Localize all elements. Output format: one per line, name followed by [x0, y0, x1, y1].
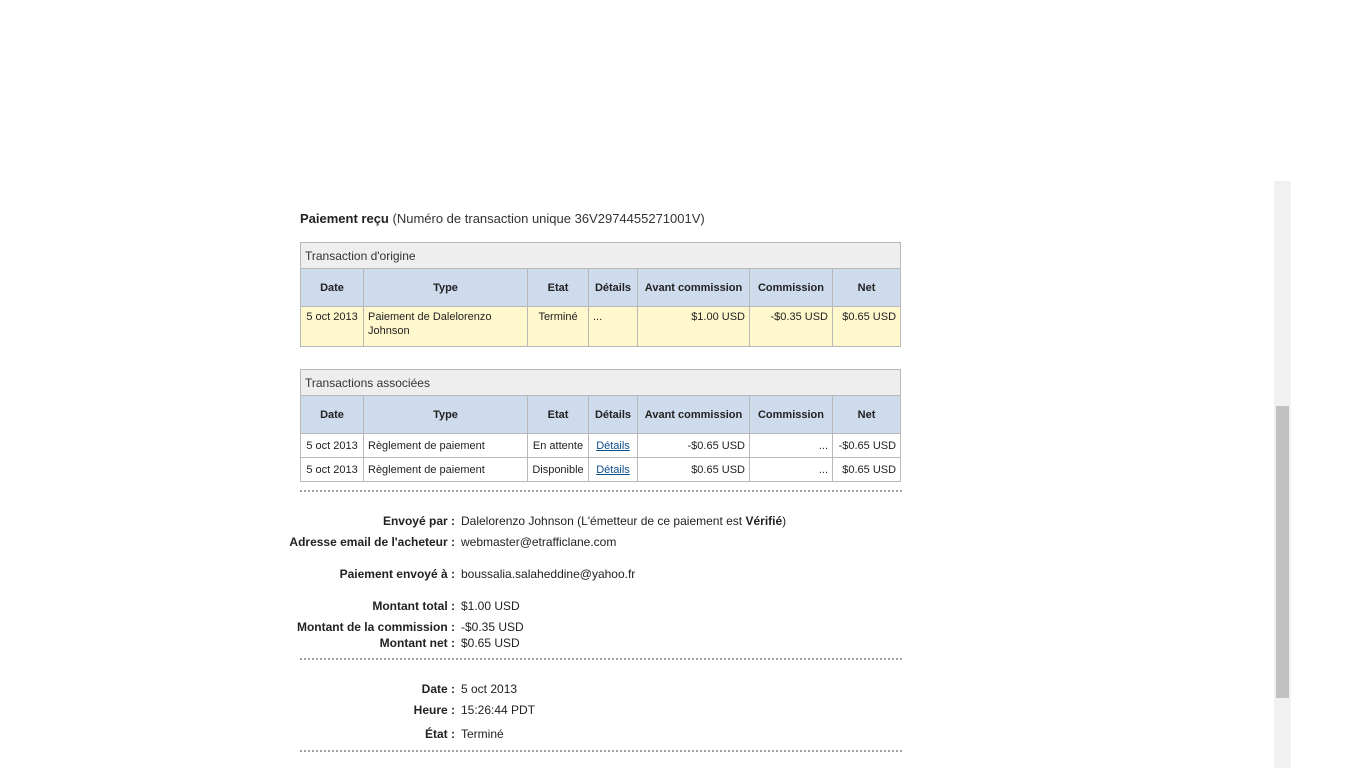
- column-header-details: Détails: [588, 268, 638, 307]
- cell-fee: ...: [749, 433, 833, 458]
- payment-details-section: Envoyé par : Dalelorenzo Johnson (L'émet…: [289, 492, 902, 658]
- sent-to-value: boussalia.salaheddine@yahoo.fr: [461, 567, 636, 581]
- column-header-type: Type: [363, 395, 528, 434]
- net-label: Montant net :: [379, 636, 455, 650]
- sent-by-value: Dalelorenzo Johnson (L'émetteur de ce pa…: [461, 513, 786, 529]
- column-header-date: Date: [300, 395, 364, 434]
- table-caption: Transaction d'origine: [299, 242, 902, 269]
- net-value: $0.65 USD: [461, 636, 520, 650]
- page-title-bold: Paiement reçu: [300, 211, 389, 226]
- table-caption: Transactions associées: [299, 369, 902, 396]
- cell-fee: ...: [749, 457, 833, 482]
- column-header-fee: Commission: [749, 268, 833, 307]
- sent-to-label: Paiement envoyé à :: [339, 567, 455, 581]
- verified-status: Vérifié: [745, 514, 783, 528]
- column-header-date: Date: [300, 268, 364, 307]
- buyer-email-value: webmaster@etrafficlane.com: [461, 535, 617, 549]
- details-link[interactable]: Détails: [596, 440, 630, 452]
- cell-date: 5 oct 2013: [300, 457, 364, 482]
- cell-date: 5 oct 2013: [300, 433, 364, 458]
- column-header-details: Détails: [588, 395, 638, 434]
- cell-state: Disponible: [527, 457, 589, 482]
- divider: [300, 750, 902, 752]
- column-header-type: Type: [363, 268, 528, 307]
- sender-name: Dalelorenzo Johnson: [461, 514, 574, 528]
- cell-state: En attente: [527, 433, 589, 458]
- cell-fee: -$0.35 USD: [749, 306, 833, 347]
- column-header-gross: Avant commission: [637, 268, 750, 307]
- cell-state: Terminé: [527, 306, 589, 347]
- cell-gross: $1.00 USD: [637, 306, 750, 347]
- related-transactions-table: Transactions associées Date Type Etat Dé…: [299, 369, 902, 482]
- cell-date: 5 oct 2013: [300, 306, 364, 347]
- total-value: $1.00 USD: [461, 599, 520, 613]
- column-header-gross: Avant commission: [637, 395, 750, 434]
- cell-type: Règlement de paiement: [363, 433, 528, 458]
- fee-value: -$0.35 USD: [461, 620, 524, 634]
- total-label: Montant total :: [372, 599, 455, 613]
- column-header-state: Etat: [527, 395, 589, 434]
- cell-type: Règlement de paiement: [363, 457, 528, 482]
- column-header-net: Net: [831, 395, 902, 434]
- table-row: 5 oct 2013 Règlement de paiement En atte…: [300, 433, 902, 458]
- time-label: Heure :: [413, 703, 455, 717]
- payment-detail-content: Paiement reçu (Numéro de transaction uni…: [289, 210, 902, 752]
- status-value: Terminé: [461, 727, 504, 741]
- date-value: 5 oct 2013: [461, 682, 518, 696]
- column-header-state: Etat: [527, 268, 589, 307]
- details-link[interactable]: Détails: [596, 464, 630, 476]
- sender-note: (L'émetteur de ce paiement est: [577, 514, 746, 528]
- cell-net: $0.65 USD: [831, 457, 902, 482]
- original-transaction-table: Transaction d'origine Date Type Etat Dét…: [299, 242, 902, 347]
- transaction-id: (Numéro de transaction unique 36V2974455…: [392, 211, 705, 226]
- cell-gross: $0.65 USD: [637, 457, 750, 482]
- cell-net: -$0.65 USD: [831, 433, 902, 458]
- vertical-scrollbar[interactable]: [1274, 181, 1291, 768]
- fee-label: Montant de la commission :: [296, 620, 455, 634]
- column-header-fee: Commission: [749, 395, 833, 434]
- date-status-section: Date : 5 oct 2013 Heure : 15:26:44 PDT É…: [300, 660, 902, 750]
- time-value: 15:26:44 PDT: [461, 703, 536, 717]
- cell-net: $0.65 USD: [831, 306, 902, 347]
- cell-gross: -$0.65 USD: [637, 433, 750, 458]
- buyer-email-label: Adresse email de l'acheteur :: [289, 535, 455, 549]
- cell-type: Paiement de Dalelorenzo Johnson: [363, 306, 528, 347]
- status-label: État :: [425, 727, 455, 741]
- table-row: 5 oct 2013 Paiement de Dalelorenzo Johns…: [300, 306, 902, 347]
- cell-details: ...: [588, 306, 638, 347]
- date-label: Date :: [421, 682, 455, 696]
- scrollbar-thumb[interactable]: [1276, 406, 1289, 698]
- page-title: Paiement reçu (Numéro de transaction uni…: [300, 210, 902, 228]
- table-row: 5 oct 2013 Règlement de paiement Disponi…: [300, 457, 902, 482]
- sent-by-label: Envoyé par :: [382, 514, 455, 528]
- column-header-net: Net: [831, 268, 902, 307]
- sender-note-close: ): [782, 514, 787, 528]
